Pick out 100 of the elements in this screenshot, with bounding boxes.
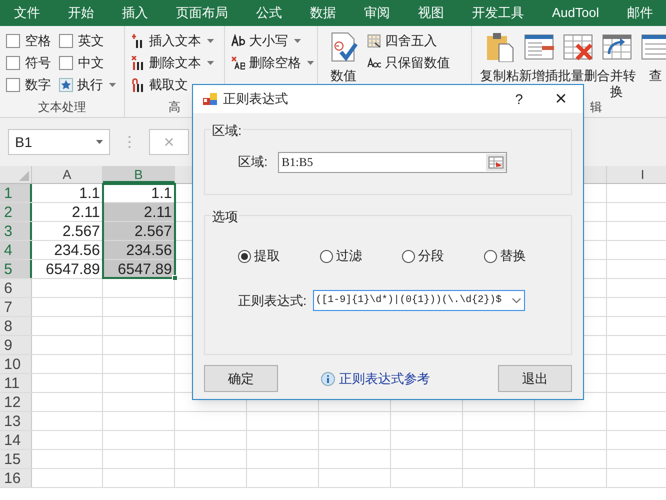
table-cell: 1.1 — [32, 184, 103, 202]
cut-text-icon — [131, 78, 145, 92]
row-header[interactable]: 13 — [0, 412, 32, 430]
ribbon-tab[interactable]: 数据 — [296, 3, 350, 23]
ribbon-tab[interactable]: AudTool — [538, 3, 613, 23]
radio-button[interactable]: 提取 — [238, 246, 320, 266]
table-cell: 6547.89 — [103, 260, 175, 278]
app-icon — [203, 92, 217, 106]
checkbox-label: 英文 — [78, 32, 104, 50]
ok-button[interactable]: 确定 — [204, 365, 278, 392]
table-insert-icon — [524, 32, 554, 62]
ribbon-button[interactable]: 截取文 — [131, 74, 218, 96]
caret-icon — [109, 83, 116, 87]
column-header[interactable]: I — [607, 166, 666, 183]
document-check-icon — [328, 32, 358, 62]
row-header[interactable]: 12 — [0, 393, 32, 411]
table-cell: 1.1 — [103, 184, 175, 202]
table-cell: 6547.89 — [32, 260, 103, 278]
row-header[interactable]: 15 — [0, 450, 32, 468]
ribbon-tab[interactable]: 插入 — [108, 3, 162, 23]
checkbox[interactable] — [59, 56, 73, 70]
ribbon-button[interactable]: 只保留数值 — [367, 52, 454, 74]
star-icon — [59, 78, 73, 92]
menu-button[interactable]: 插入文本 — [131, 30, 218, 52]
large-ribbon-button[interactable]: 查 — [636, 30, 666, 98]
caret-icon — [307, 61, 314, 65]
row-header[interactable]: 2 — [0, 203, 32, 221]
ribbon-tab[interactable]: 视图 — [404, 3, 458, 23]
reference-link[interactable]: 正则表达式参考 — [339, 368, 430, 388]
name-box[interactable]: B1 — [8, 129, 110, 155]
table-cell: 2.567 — [32, 222, 103, 240]
menu-button[interactable]: 执行 — [59, 74, 120, 96]
checkbox-label: 符号 — [25, 54, 51, 72]
checkbox[interactable] — [59, 34, 73, 48]
delete-text-icon — [131, 56, 145, 70]
row-header[interactable]: 4 — [0, 241, 32, 259]
caret-icon — [294, 39, 301, 43]
radio-button[interactable]: 替换 — [484, 246, 566, 266]
row-header[interactable]: 16 — [0, 469, 32, 487]
ribbon-tab[interactable]: 页面布局 — [162, 3, 242, 23]
menu-button[interactable]: 大小写 — [231, 30, 318, 52]
row-header[interactable]: 10 — [0, 355, 32, 373]
insert-text-icon — [131, 34, 145, 48]
table-cell: 234.56 — [103, 241, 175, 259]
checkbox-label: 空格 — [25, 32, 51, 50]
dialog-title: 正则表达式 — [223, 90, 289, 108]
caret-icon — [207, 39, 214, 43]
table-delete-icon — [562, 32, 592, 62]
row-header[interactable]: 11 — [0, 374, 32, 392]
grip-icon — [128, 135, 131, 149]
text-icon — [367, 56, 381, 70]
row-header[interactable]: 3 — [0, 222, 32, 240]
ribbon-button[interactable]: 四舍五入 — [367, 30, 454, 52]
checkbox-label: 中文 — [78, 54, 104, 72]
group-label: 高 — [168, 100, 180, 114]
delete-space-icon — [231, 56, 245, 70]
range-picker-icon — [486, 154, 506, 170]
info-icon — [321, 372, 335, 386]
radio-button[interactable]: 过滤 — [320, 246, 402, 266]
group-label: 辑 — [590, 100, 602, 114]
table-cell: 2.11 — [103, 203, 175, 221]
ribbon-tab[interactable]: 开发工具 — [458, 3, 538, 23]
column-header[interactable]: B — [103, 166, 175, 183]
ribbon-tab[interactable]: 文件 — [0, 3, 54, 23]
menu-button[interactable]: 删除空格 — [231, 52, 318, 74]
large-ribbon-button[interactable]: 数值 — [324, 30, 363, 98]
menu-button[interactable]: 删除文本 — [131, 52, 218, 74]
checkbox[interactable] — [6, 56, 20, 70]
group-label: 文本处理 — [38, 100, 86, 114]
table-cell: 234.56 — [32, 241, 103, 259]
fill-handle[interactable] — [172, 275, 178, 281]
checkbox[interactable] — [6, 78, 20, 92]
large-ribbon-button[interactable]: 合并转 换 — [597, 30, 636, 100]
help-button[interactable]: ? — [507, 88, 531, 110]
radio-button[interactable]: 分段 — [402, 246, 484, 266]
ribbon-tab[interactable]: 审阅 — [350, 3, 404, 23]
clipboard-icon — [484, 32, 514, 62]
dropdown-icon — [96, 140, 103, 144]
pattern-combobox[interactable]: ([1-9]{1}\d*)|(0{1}))(\.\d{2})$ — [312, 290, 525, 311]
table-cell: 2.11 — [32, 203, 103, 221]
table-round-icon — [367, 34, 381, 48]
ribbon-tab[interactable]: 开始 — [54, 3, 108, 23]
row-header[interactable]: 1 — [0, 184, 32, 202]
row-header[interactable]: 6 — [0, 279, 32, 297]
row-header[interactable]: 8 — [0, 317, 32, 335]
row-header[interactable]: 9 — [0, 336, 32, 354]
exit-button[interactable]: 退出 — [498, 365, 572, 392]
field-label: 区域: — [238, 153, 268, 172]
checkbox-label: 数字 — [25, 76, 51, 94]
range-field[interactable]: B1:B5 — [278, 152, 507, 172]
case-icon — [231, 34, 245, 48]
close-button[interactable]: × — [549, 89, 573, 109]
checkbox[interactable] — [6, 34, 20, 48]
row-header[interactable]: 5 — [0, 260, 32, 278]
ribbon-tab[interactable]: 公式 — [242, 3, 296, 23]
row-header[interactable]: 7 — [0, 298, 32, 316]
row-header[interactable]: 14 — [0, 431, 32, 449]
ribbon-tab[interactable]: 邮件 — [612, 3, 666, 23]
chevron-down-icon — [512, 298, 521, 303]
select-all-icon — [19, 171, 29, 181]
